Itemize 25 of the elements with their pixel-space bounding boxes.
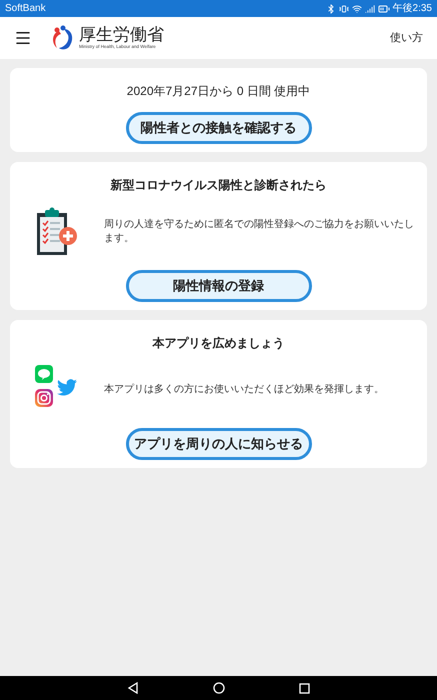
battery-icon: [378, 2, 390, 14]
usage-text: 2020年7月27日から 0 日間 使用中: [126, 83, 312, 100]
bird-icon: [57, 379, 77, 396]
bluetooth-icon: [326, 4, 336, 14]
signal-icon: [364, 4, 375, 14]
carrier-text: SoftBank: [5, 2, 46, 16]
action-button[interactable]: 陽性者との接触を確認する: [126, 112, 312, 144]
menu-button[interactable]: [14, 29, 32, 47]
wifi-icon: [352, 4, 362, 14]
clipboard-icon: [35, 207, 79, 257]
logo-title: 厚生労働省: [79, 26, 164, 44]
card-description: 周りの人達を守るために匿名での陽性登録へのご協力をお願いいたします。: [104, 218, 415, 246]
camera-app-icon: [35, 389, 53, 407]
home-icon[interactable]: [213, 682, 225, 694]
card-description: 本アプリは多くの方にお使いいただくほど効果を発揮します。: [104, 383, 384, 397]
back-icon[interactable]: [127, 682, 139, 694]
action-button[interactable]: 陽性情報の登録: [126, 270, 312, 302]
vibrate-icon: [338, 4, 349, 14]
action-button[interactable]: アプリを周りの人に知らせる: [126, 428, 312, 460]
help-link[interactable]: 使い方: [390, 30, 423, 46]
clock-text: 午後2:35: [392, 2, 432, 16]
recents-icon[interactable]: [299, 682, 310, 694]
chat-app-icon: [35, 365, 53, 383]
card-title: 本アプリを広めましょう: [151, 335, 286, 352]
card-title: 新型コロナウイルス陽性と診断されたら: [110, 177, 328, 194]
